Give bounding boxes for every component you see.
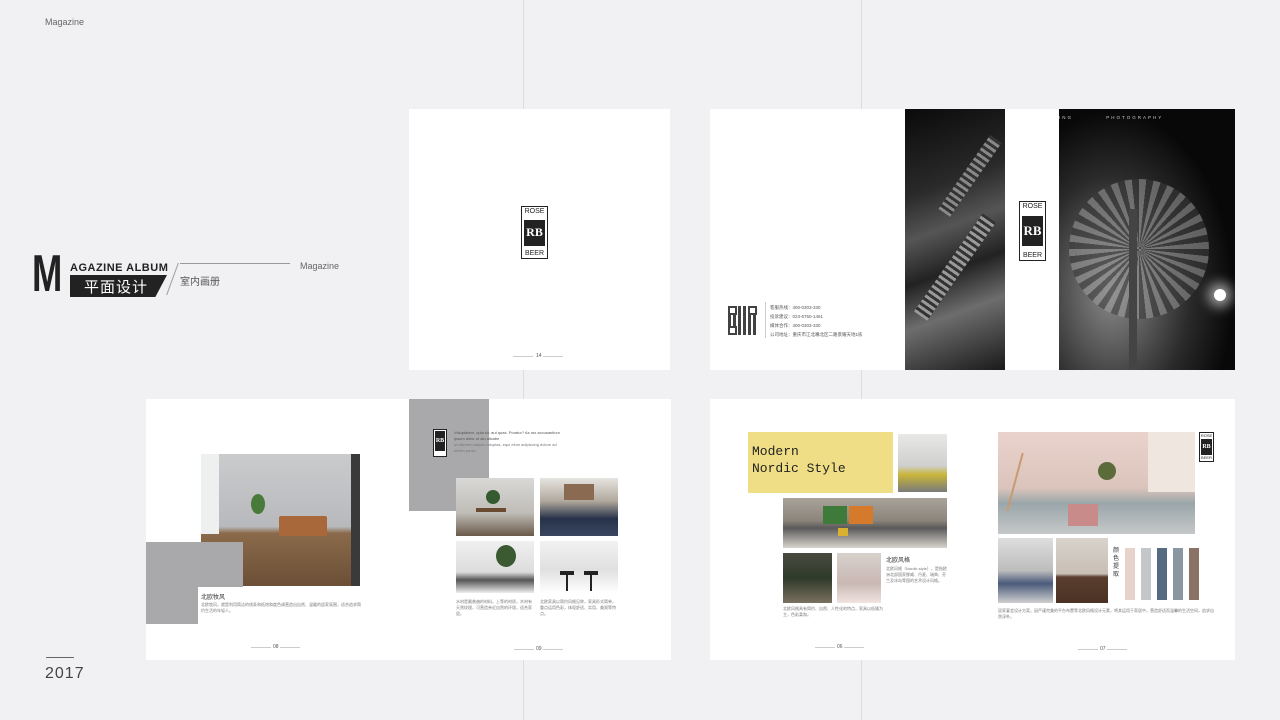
kitchen-photo [456, 541, 534, 593]
contact-line: 媒体合作：400-0303-330 [770, 323, 821, 328]
body-text: 北欧家具以简约风格见称，家具形式简单，重点运用色彩，体现舒适、实用、美观等特点。 [540, 599, 616, 616]
heading-line: Modern [752, 444, 799, 459]
dome-photo: ING PHOTOGRAPHY [1059, 109, 1235, 370]
page-line [844, 647, 864, 648]
bar-stool-photo [540, 541, 618, 593]
spread-nordic-style: Modern Nordic Style 北欧风格 北欧风格（Nordic sty… [710, 399, 1235, 660]
pink-room-photo [998, 432, 1195, 534]
body-text: 水材是最普遍的材料，上等的材质，木材有天然纹理，可营造亲近自然的环境，适合家居。 [456, 599, 532, 616]
photo-header: ING PHOTOGRAPHY [1059, 115, 1163, 120]
contact-line: 公司地址：重庆市江北嘴北区二路景耀天地1栋 [770, 332, 863, 337]
page-number: 14 [536, 353, 542, 359]
logo-bottom: BEER [1201, 455, 1212, 460]
logo-bottom: BEER [524, 250, 545, 257]
title-tag: Magazine [300, 261, 340, 271]
spread-cover-page: ROSE RB BEER 14 [409, 109, 670, 370]
logo-mark: RB [1022, 216, 1043, 246]
color-swatch [1125, 548, 1135, 600]
bedroom-photo [540, 478, 618, 536]
color-swatch [1173, 548, 1183, 600]
page-line [543, 649, 563, 650]
page-line [513, 356, 533, 357]
contact-divider [765, 302, 766, 338]
title-letter: M [32, 245, 63, 303]
dresser-photo [1056, 538, 1108, 603]
intro-text: Voluptatem, quia sit, aut quas. Poratur?… [454, 430, 560, 441]
sofa-photo [783, 498, 947, 548]
title-cn: 平面设计 [84, 279, 149, 296]
caption-title: 北欧风格 [886, 558, 911, 564]
heading: Modern Nordic Style [752, 443, 846, 477]
intro-text-2: ut iatiorem adipia voluptas, equi eium a… [454, 442, 557, 453]
contact-line: 投诉建议：023-6750-1461 [770, 314, 824, 319]
logo-top: ROSE [1022, 203, 1043, 210]
page-number: 07 [1100, 646, 1106, 652]
logo-mark: RB [524, 219, 545, 246]
logo: RB [433, 429, 447, 457]
plant-art-photo [783, 553, 832, 603]
year-label: 2017 [45, 665, 85, 682]
page-number: 09 [536, 646, 542, 652]
contact-list: 客服热线：400-0303-330 投诉建议：023-6750-1461 媒体合… [770, 303, 863, 339]
canopy-bed-photo [998, 538, 1053, 603]
photo-header-text: ING [1059, 115, 1074, 120]
page-line [1107, 649, 1127, 650]
body-text: 北欧风格（Nordic style），是指欧洲北部国家挪威、丹麦、瑞典、芬兰及冰… [886, 566, 947, 583]
body-text: 北欧风格具有简约、自然、人性化的特点，家具以低矮为主，色彩柔和。 [783, 606, 883, 617]
qr-code-icon [728, 306, 757, 335]
page-line [815, 647, 835, 648]
logo: ROSE RB BEER [1019, 201, 1046, 261]
logo-top: ROSE [524, 208, 545, 215]
color-swatch [1157, 548, 1167, 600]
pink-sofa-photo [837, 553, 881, 603]
title-divider [180, 263, 290, 264]
yellow-bed-photo [898, 434, 947, 492]
color-palette [1125, 548, 1199, 600]
page-number: 06 [837, 644, 843, 650]
page-line [1078, 649, 1098, 650]
contact-line: 客服热线：400-0303-330 [770, 305, 821, 310]
year-line [46, 657, 74, 658]
logo: ROSE RB BEER [521, 206, 548, 259]
color-swatch [1189, 548, 1199, 600]
architecture-photo [905, 109, 1005, 370]
body-text: 居家宴会设计方案，因严谨完美的平台布置等北欧风格设计元素，将其运用于家居中，营造… [998, 608, 1214, 619]
page-line [280, 647, 300, 648]
page-line [514, 649, 534, 650]
logo-mark: RB [1201, 439, 1212, 455]
spread-interior-left: 北欧牧风 北欧牧风，就是利用简洁的线条和低饱和度色调营造出自然、温暖的居家氛围，… [146, 399, 671, 660]
caption-title: 北欧牧风 [201, 595, 226, 601]
title-album: AGAZINE ALBUM [70, 262, 169, 274]
title-sub: 室内画册 [180, 277, 220, 288]
page-line [251, 647, 271, 648]
logo: ROSE RB BEER [1199, 432, 1214, 462]
page-number: 08 [273, 644, 279, 650]
logo-mark: RB [435, 431, 445, 451]
spread-back-cover: 客服热线：400-0303-330 投诉建议：023-6750-1461 媒体合… [710, 109, 1235, 370]
color-swatch [1141, 548, 1151, 600]
corner-label: Magazine [45, 17, 85, 27]
dining-photo [456, 478, 534, 536]
body-text: 北欧牧风，就是利用简洁的线条和低饱和度色调营造出自然、温暖的居家氛围，适合追求简… [201, 602, 361, 613]
palette-label: 颜色提取 [1113, 548, 1120, 578]
page-line [543, 356, 563, 357]
photo-header-text: PHOTOGRAPHY [1106, 115, 1164, 120]
logo-top: ROSE [1200, 433, 1213, 438]
logo-bottom: BEER [1022, 252, 1043, 259]
heading-line: Nordic Style [752, 461, 846, 476]
